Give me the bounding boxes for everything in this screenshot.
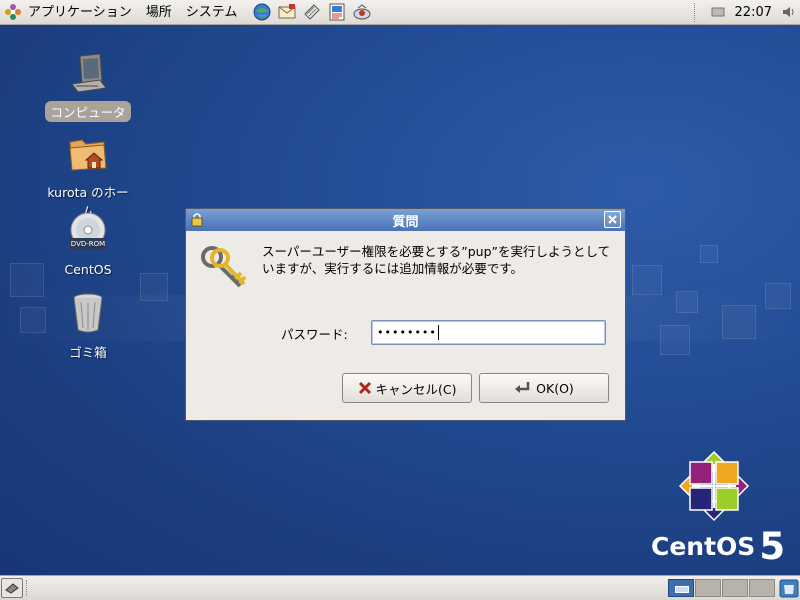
office-icon[interactable] [325, 1, 348, 23]
text-caret [437, 325, 439, 340]
brand-version: 5 [759, 525, 786, 568]
centos-wordmark: CentOS 5 [651, 525, 785, 568]
dialog-titlebar[interactable]: 質問 [186, 209, 625, 231]
dialog-message-line: いますが、実行するには追加情報が必要です。 [262, 261, 524, 276]
desktop-icon-dvd-label: CentOS [64, 262, 112, 277]
workspace-1[interactable] [668, 579, 694, 597]
dvd-icon: DVD-ROM [64, 210, 112, 258]
cancel-icon [358, 381, 371, 395]
menu-system-label: システム [185, 4, 238, 20]
menu-applications-label: アプリケーション [28, 4, 132, 20]
web-browser-icon[interactable] [250, 1, 273, 23]
workspace-3[interactable] [722, 579, 748, 597]
volume-icon[interactable] [778, 4, 800, 20]
brand-name: CentOS [651, 532, 756, 561]
clock[interactable]: 22:07 [729, 5, 778, 20]
background-decoration [140, 273, 168, 301]
sudo-password-dialog: 質問 スーパーユーザー権限を必要とする”pup”を実行しようとして いますが、実… [185, 208, 626, 421]
trash-icon [64, 290, 112, 338]
mail-icon[interactable] [275, 1, 298, 23]
dialog-message-line: スーパーユーザー権限を必要とする”pup”を実行しようとして [262, 244, 611, 259]
computer-icon [64, 50, 112, 98]
centos-logo-icon [678, 450, 750, 525]
ok-button-label: OK(O) [536, 380, 574, 396]
workspace-switcher [668, 579, 775, 597]
workspace-4[interactable] [749, 579, 775, 597]
menu-places-label: 場所 [145, 4, 172, 20]
launcher-bar [250, 1, 373, 23]
desktop-icon-computer[interactable]: コンピュータ [38, 50, 138, 122]
background-decoration [632, 265, 662, 295]
password-input[interactable]: •••••••• [371, 320, 606, 345]
panel-handle[interactable] [26, 580, 29, 596]
password-value: •••••••• [377, 326, 437, 339]
background-decoration [765, 283, 791, 309]
background-decoration [660, 325, 690, 355]
menu-system[interactable]: システム [179, 0, 245, 25]
menu-applications[interactable]: アプリケーション [0, 0, 139, 25]
desktop-icon-home[interactable]: kurota のホーム [38, 130, 138, 221]
background-decoration [676, 291, 698, 313]
top-panel: アプリケーション 場所 システム 22:07 [0, 0, 800, 25]
show-desktop-button[interactable] [1, 578, 23, 598]
desktop-icon-computer-label: コンピュータ [45, 101, 131, 122]
background-decoration [722, 305, 756, 339]
desktop-icon-trash[interactable]: ゴミ箱 [38, 290, 138, 362]
notification-icon[interactable] [707, 6, 729, 18]
keys-icon [200, 244, 250, 297]
workspace-2[interactable] [695, 579, 721, 597]
lock-icon [191, 212, 203, 231]
close-icon [608, 215, 617, 224]
desktop-icon-dvd[interactable]: DVD-ROM CentOS [38, 210, 138, 278]
password-label: パスワード: [281, 327, 348, 342]
dialog-title: 質問 [392, 214, 419, 230]
dvd-rom-label: DVD-ROM [70, 240, 106, 248]
bottom-panel [0, 575, 800, 600]
background-decoration [700, 245, 718, 263]
panel-separator [693, 2, 697, 22]
dialog-message: スーパーユーザー権限を必要とする”pup”を実行しようとして いますが、実行する… [262, 243, 617, 277]
cancel-button-label: キャンセル(C) [375, 381, 457, 397]
menu-places[interactable]: 場所 [139, 0, 179, 25]
home-folder-icon [64, 130, 112, 178]
close-button[interactable] [604, 211, 621, 228]
show-desktop-icon [5, 583, 19, 594]
ok-button[interactable]: OK(O) [479, 373, 609, 403]
applications-menu-icon [5, 4, 21, 20]
text-editor-icon[interactable] [300, 1, 323, 23]
trash-applet-icon[interactable] [779, 579, 799, 598]
cancel-button[interactable]: キャンセル(C) [342, 373, 472, 403]
enter-icon [515, 382, 530, 393]
desktop-icon-trash-label: ゴミ箱 [69, 345, 107, 360]
photo-icon[interactable] [350, 1, 373, 23]
